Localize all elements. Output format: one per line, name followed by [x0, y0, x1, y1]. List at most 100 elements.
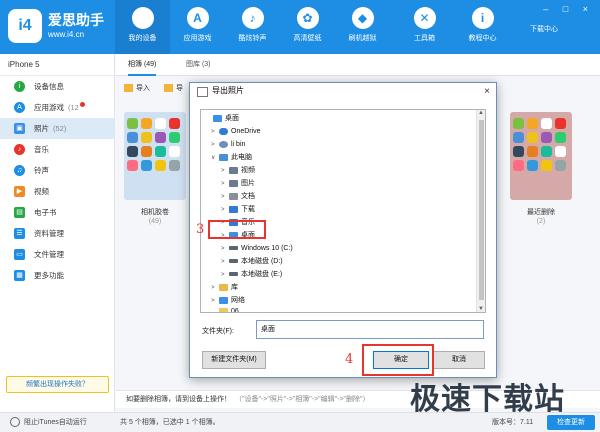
sidebar-item-label: 铃声 — [34, 166, 49, 175]
bell-icon: ♪ — [241, 7, 264, 29]
tree-toggle[interactable]: > — [221, 205, 229, 216]
computer-icon — [219, 153, 228, 161]
info-icon: i — [471, 7, 494, 29]
grid-icon: ▦ — [14, 270, 25, 281]
album-thumbnail-icons — [127, 118, 183, 171]
tree-toggle[interactable]: > — [221, 179, 229, 190]
sidebar-item-photos[interactable]: ▣ 照片 (52) — [0, 118, 114, 139]
nav-tab-label: 高清壁纸 — [293, 35, 322, 42]
tree-item-desktop-root[interactable]: 桌面 — [205, 113, 239, 124]
tree-toggle[interactable]: > — [221, 257, 229, 268]
window-controls[interactable]: – □ × — [543, 4, 594, 14]
drive-icon — [229, 259, 238, 264]
nav-tab-wallpapers[interactable]: ✿ 高清壁纸 — [280, 0, 335, 54]
video-folder-icon — [229, 166, 238, 174]
tree-item-documents[interactable]: > 文档 — [221, 191, 255, 202]
tree-item-label: 桌面 — [225, 115, 239, 122]
tree-item-label: 网络 — [231, 297, 245, 304]
sidebar-item-label: 视频 — [34, 187, 49, 196]
tree-item-network[interactable]: > 网络 — [211, 295, 245, 306]
tree-item-drive-e[interactable]: > 本地磁盘 (E:) — [221, 269, 282, 280]
i4-logo: i4 — [8, 9, 42, 43]
nav-tab-tutorials[interactable]: i 教程中心 — [455, 0, 510, 54]
sidebar-item-more[interactable]: ▦ 更多功能 — [0, 265, 114, 286]
nav-tab-label: 我的设备 — [128, 35, 157, 42]
album-thumbnail-icons — [513, 118, 569, 171]
tree-item-libraries[interactable]: > 库 — [211, 282, 238, 293]
nav-tab-my-device[interactable]: 我的设备 — [115, 0, 170, 54]
nav-tab-label: 工具箱 — [414, 35, 435, 42]
tree-item-label: 此电脑 — [231, 154, 252, 161]
tree-toggle[interactable]: > — [221, 192, 229, 203]
new-folder-button[interactable]: 新建文件夹(M) — [202, 351, 266, 369]
album-name: 最近删除 — [527, 209, 555, 216]
tree-item-downloads[interactable]: > 下载 — [221, 204, 255, 215]
album-thumbnail-recently-deleted[interactable] — [510, 112, 572, 200]
dialog-title: 导出照片 × — [190, 83, 496, 99]
cancel-button[interactable]: 取消 — [433, 351, 485, 369]
import-icon — [124, 84, 133, 93]
download-center-button[interactable]: 下载中心 — [530, 24, 558, 34]
tree-item-folder-06[interactable]: 06 — [211, 306, 239, 313]
close-icon[interactable]: × — [484, 84, 490, 100]
sidebar-item-ebooks[interactable]: ▤ 电子书 — [0, 202, 114, 223]
tree-toggle[interactable]: ∨ — [211, 153, 219, 164]
nav-tab-flash-jailbreak[interactable]: ◆ 刷机越狱 — [335, 0, 390, 54]
folder-input[interactable]: 桌面 — [256, 320, 484, 339]
scroll-up-icon[interactable]: ▲ — [478, 110, 484, 116]
sidebar-item-data-management[interactable]: ☰ 资料管理 — [0, 223, 114, 244]
sidebar-item-apps[interactable]: A 应用游戏 (12 — [0, 97, 114, 118]
folder-icon — [219, 307, 228, 312]
tree-toggle[interactable]: > — [211, 283, 219, 294]
sidebar-item-file-management[interactable]: ▭ 文件管理 — [0, 244, 114, 265]
block-itunes-toggle[interactable]: 阻止iTunes自动运行 — [10, 413, 87, 432]
tree-toggle[interactable]: > — [221, 166, 229, 177]
nav-tab-toolbox[interactable]: ✕ 工具箱 — [397, 0, 452, 54]
tree-toggle[interactable]: > — [221, 270, 229, 281]
tree-item-this-pc[interactable]: ∨ 此电脑 — [211, 152, 252, 163]
sidebar-item-device-info[interactable]: i 设备信息 — [0, 76, 114, 97]
tree-item-label: 06 — [231, 308, 239, 313]
frequent-failure-help-button[interactable]: 频繁出现操作失败？ — [6, 376, 109, 393]
tree-item-videos[interactable]: > 视频 — [221, 165, 255, 176]
sidebar-item-label: 设备信息 — [34, 82, 64, 91]
tab-albums[interactable]: 相簿 (49) — [128, 54, 157, 76]
folder-label: 文件夹(F): — [202, 328, 234, 335]
sidebar: iPhone 5 i 设备信息 A 应用游戏 (12 ▣ 照片 (52) ♪ 音乐 … — [0, 54, 115, 432]
tree-item-label: li bin — [231, 141, 246, 148]
tree-item-drive-c[interactable]: > Windows 10 (C:) — [221, 243, 293, 254]
dialog-title-text: 导出照片 — [212, 86, 244, 95]
tree-item-user[interactable]: > li bin — [211, 139, 245, 150]
scrollbar-thumb[interactable] — [479, 120, 484, 300]
sidebar-item-label: 音乐 — [34, 145, 49, 154]
sidebar-item-label: 照片 — [34, 124, 49, 133]
tree-scrollbar[interactable]: ▲ ▼ — [476, 110, 485, 312]
tree-item-onedrive[interactable]: > OneDrive — [211, 126, 261, 137]
album-thumbnail-camera-roll[interactable] — [124, 112, 186, 200]
sidebar-item-music[interactable]: ♪ 音乐 — [0, 139, 114, 160]
photo-icon: ▣ — [14, 123, 25, 134]
tab-gallery[interactable]: 图库 (3) — [186, 54, 211, 76]
cloud-icon — [219, 127, 228, 135]
sidebar-item-count: (52) — [53, 124, 67, 133]
step4-annotation: 4 — [345, 352, 354, 367]
nav-tab-apps[interactable]: A 应用游戏 — [170, 0, 225, 54]
tree-item-pictures[interactable]: > 图片 — [221, 178, 255, 189]
tree-toggle[interactable]: > — [211, 127, 219, 138]
export-button[interactable]: 导 — [164, 83, 183, 93]
device-selector[interactable]: iPhone 5 — [0, 54, 114, 76]
app-icon: A — [14, 102, 25, 113]
import-label: 导入 — [136, 85, 150, 92]
album-tabs: 相簿 (49) 图库 (3) — [116, 54, 600, 76]
tree-item-drive-d[interactable]: > 本地磁盘 (D:) — [221, 256, 283, 267]
tree-toggle[interactable]: > — [221, 244, 229, 255]
sidebar-item-videos[interactable]: ▶ 视频 — [0, 181, 114, 202]
nav-tab-ringtones[interactable]: ♪ 酷炫铃声 — [225, 0, 280, 54]
delete-hint-text: 如要删除相簿，请到设备上操作！ — [126, 396, 231, 403]
import-button[interactable]: 导入 — [124, 83, 150, 93]
album-count: (49) — [148, 218, 162, 225]
tree-toggle[interactable]: > — [211, 140, 219, 151]
scroll-down-icon[interactable]: ▼ — [478, 306, 484, 312]
sidebar-item-ringtones[interactable]: ♫ 铃声 — [0, 160, 114, 181]
download-folder-icon — [229, 205, 238, 213]
